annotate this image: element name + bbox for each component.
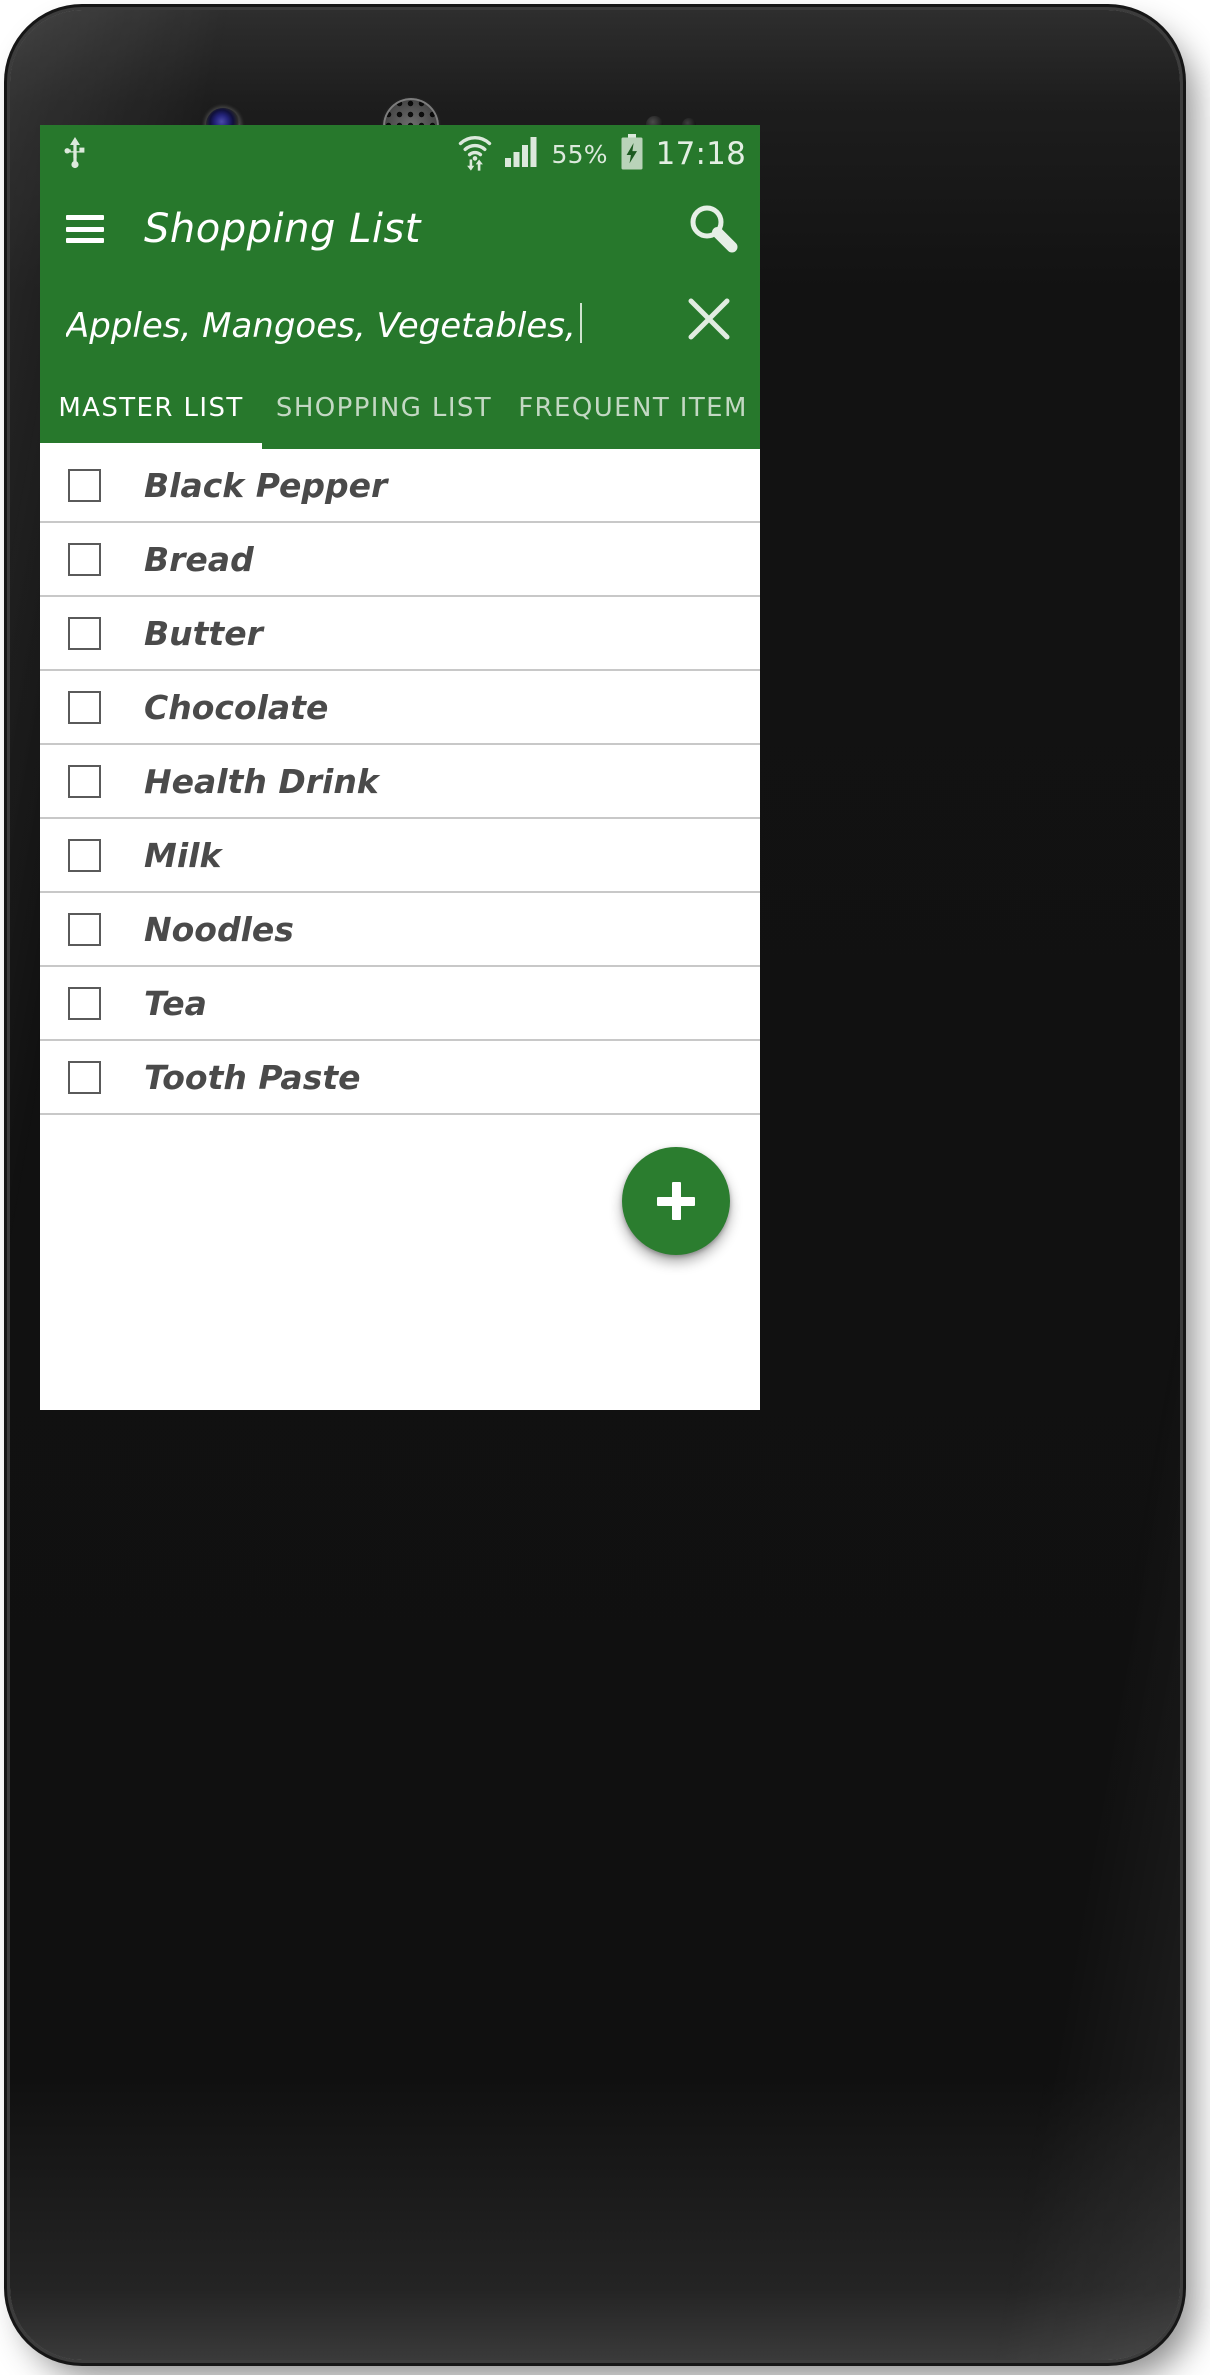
- tab-shopping-list[interactable]: SHOPPING LIST: [262, 367, 506, 449]
- search-icon[interactable]: [684, 199, 740, 259]
- cellular-signal-icon: [505, 137, 539, 171]
- item-checkbox[interactable]: [68, 838, 101, 872]
- tab-master-list-label: MASTER LIST: [58, 393, 244, 423]
- item-checkbox[interactable]: [68, 986, 101, 1020]
- battery-charging-icon: [620, 134, 644, 174]
- add-item-fab[interactable]: [622, 1147, 730, 1255]
- usb-icon: [62, 135, 88, 173]
- item-checkbox[interactable]: [68, 468, 101, 502]
- tab-frequent-item[interactable]: FREQUENT ITEM: [506, 367, 760, 449]
- list-item[interactable]: Butter: [40, 597, 760, 671]
- list-item[interactable]: Chocolate: [40, 671, 760, 745]
- item-checkbox[interactable]: [68, 690, 101, 724]
- phone-screen: 55% 17:18 Shopping List Apples, Mangoes,…: [40, 125, 760, 1410]
- list-item-label: Chocolate: [144, 687, 329, 727]
- tab-master-list[interactable]: MASTER LIST: [40, 367, 262, 449]
- list-item[interactable]: Tooth Paste: [40, 1041, 760, 1115]
- status-clock: 17:18: [655, 136, 746, 172]
- list-item-label: Bread: [144, 539, 254, 579]
- item-checkbox[interactable]: [68, 764, 101, 798]
- page-title: Shopping List: [144, 206, 421, 252]
- list-item[interactable]: Health Drink: [40, 745, 760, 819]
- list-item[interactable]: Noodles: [40, 893, 760, 967]
- app-bar: Shopping List: [40, 183, 760, 275]
- list-item-label: Butter: [144, 613, 263, 653]
- search-input[interactable]: Apples, Mangoes, Vegetables,: [66, 297, 664, 346]
- list-item-label: Noodles: [144, 909, 294, 949]
- search-input-value: Apples, Mangoes, Vegetables,: [66, 305, 576, 346]
- close-icon[interactable]: [682, 292, 736, 350]
- master-list: Black Pepper Bread Butter Chocolate Heal…: [40, 449, 760, 1115]
- list-item[interactable]: Bread: [40, 523, 760, 597]
- list-empty-area: [40, 1115, 760, 1301]
- tab-bar: MASTER LIST SHOPPING LIST FREQUENT ITEM: [40, 367, 760, 449]
- item-checkbox[interactable]: [68, 542, 101, 576]
- tab-frequent-item-label: FREQUENT ITEM: [518, 393, 748, 423]
- list-item[interactable]: Black Pepper: [40, 449, 760, 523]
- item-checkbox[interactable]: [68, 912, 101, 946]
- plus-icon: [622, 1147, 730, 1255]
- wifi-transfer-icon: [457, 133, 493, 175]
- list-item[interactable]: Milk: [40, 819, 760, 893]
- phone-device-frame: 55% 17:18 Shopping List Apples, Mangoes,…: [10, 10, 1180, 2360]
- text-caret: [579, 302, 582, 343]
- status-bar-left: [62, 135, 88, 173]
- list-item-label: Black Pepper: [144, 465, 388, 505]
- list-item[interactable]: Tea: [40, 967, 760, 1041]
- tab-shopping-list-label: SHOPPING LIST: [275, 393, 493, 423]
- list-item-label: Tooth Paste: [144, 1057, 361, 1097]
- search-field-row[interactable]: Apples, Mangoes, Vegetables,: [40, 275, 760, 367]
- list-item-label: Health Drink: [144, 761, 379, 801]
- list-item-label: Tea: [144, 983, 207, 1023]
- status-bar: 55% 17:18: [40, 125, 760, 183]
- battery-percent-label: 55%: [551, 139, 608, 169]
- item-checkbox[interactable]: [68, 616, 101, 650]
- item-checkbox[interactable]: [68, 1060, 101, 1094]
- status-bar-right: 55% 17:18: [457, 133, 746, 175]
- list-item-label: Milk: [144, 835, 222, 875]
- hamburger-menu-icon[interactable]: [66, 215, 104, 243]
